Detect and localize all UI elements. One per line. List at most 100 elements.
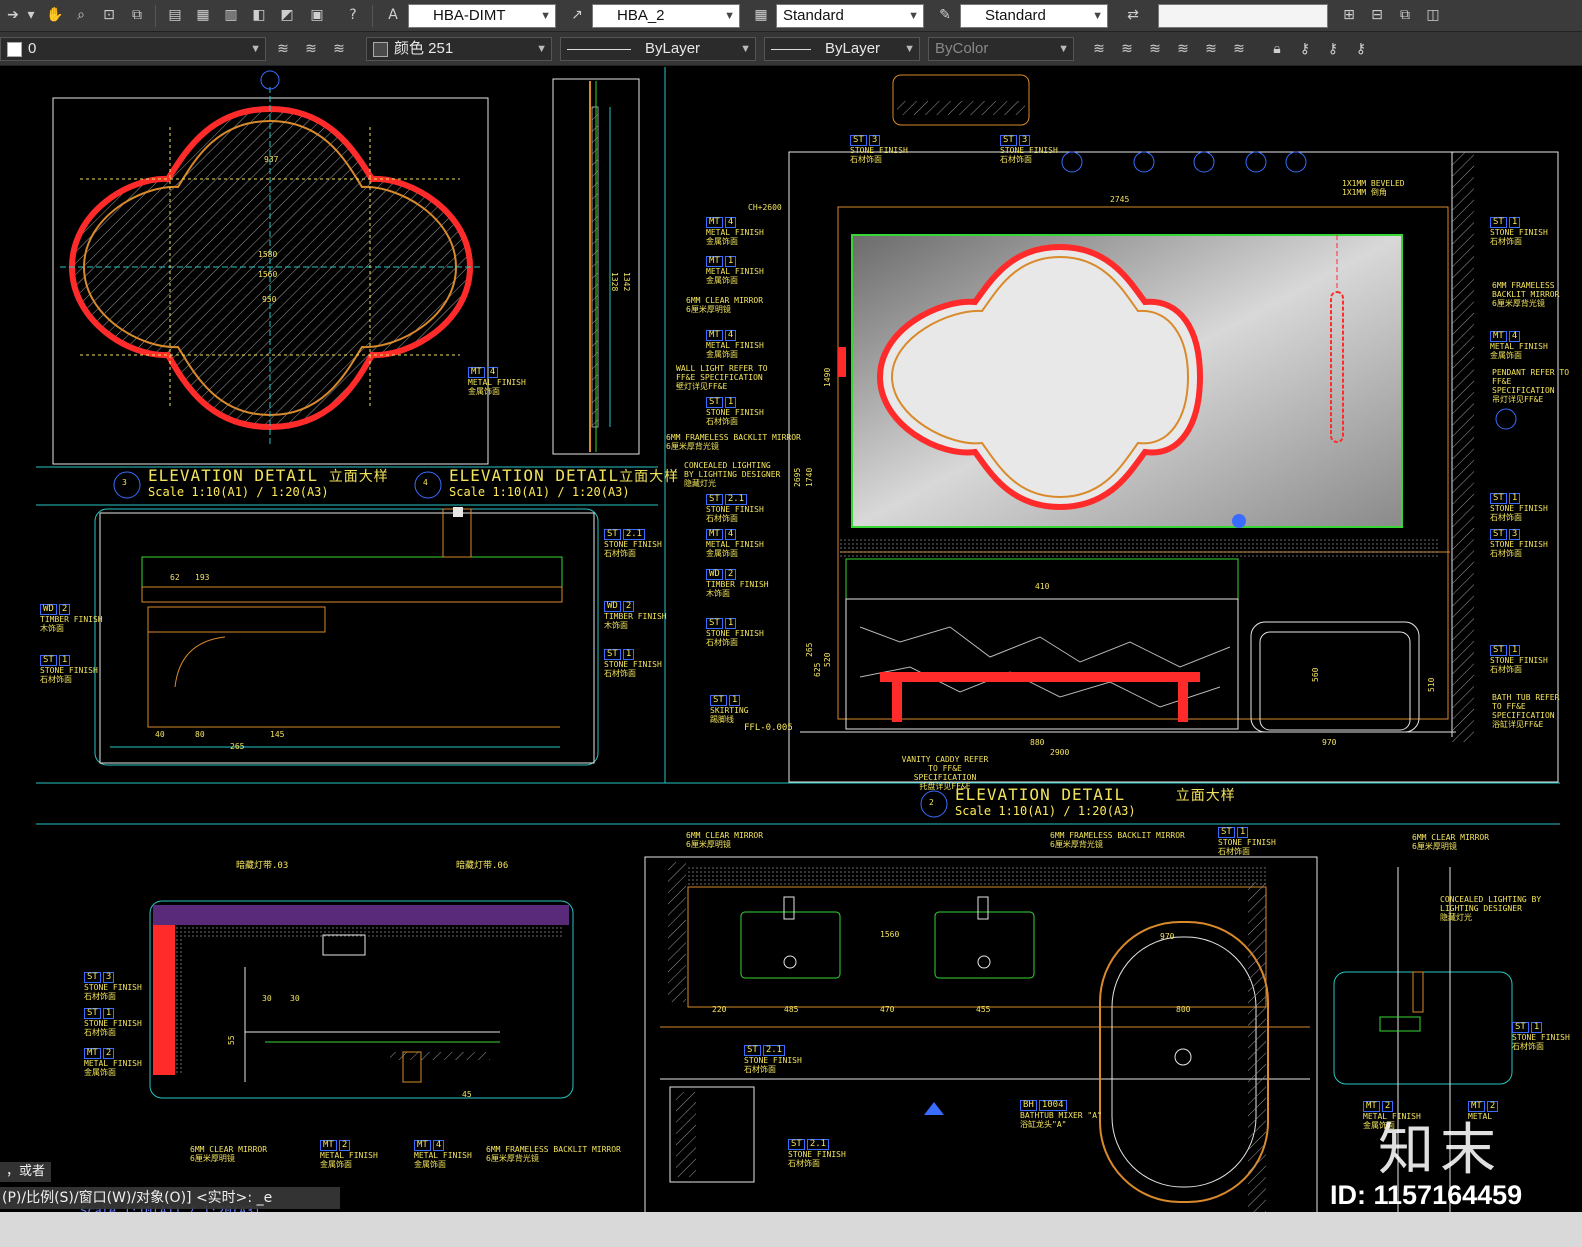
make-current-layer-icon[interactable]: ≋: [300, 38, 322, 60]
s1-62-dim: 62: [170, 573, 180, 582]
tag-plan-backlit: 6MM FRAMELESS BACKLIT MIRROR 6厘米厚背光镜: [1050, 831, 1185, 849]
tag-st1-d: ST 1 STONE FINISH 石材饰面: [604, 649, 662, 678]
d2-880-dim: 880: [1030, 738, 1045, 747]
layout-icon-2[interactable]: ⊟: [1366, 4, 1388, 26]
ffl-level: FFL-0.005: [744, 723, 793, 733]
tag-st1-r3: ST 1 STONE FINISH 石材饰面: [1490, 645, 1548, 674]
zoom-window-icon[interactable]: ⊡: [98, 4, 120, 26]
layout-icon-4[interactable]: ◫: [1422, 4, 1444, 26]
p-970-dim: 970: [1160, 932, 1175, 941]
search-input[interactable]: [1158, 4, 1328, 28]
layer-tool-icon-1[interactable]: ≋: [1088, 38, 1110, 60]
command-line[interactable]: (P)/比例(S)/窗口(W)/对象(O)] <实时>: _e: [0, 1187, 340, 1209]
tag-mt4-d: MT 4 METAL FINISH 金属饰面: [468, 367, 526, 396]
tag-pendant: PENDANT REFER TO FF&E SPECIFICATION 吊灯详见F…: [1492, 368, 1570, 404]
table-style-dropdown[interactable]: Standard ▼: [776, 4, 924, 28]
layer-color-swatch: [7, 41, 22, 57]
sheet-set-icon[interactable]: ◧: [248, 4, 270, 26]
tag-st1-b: ST 1 STONE FINISH 石材饰面: [706, 618, 764, 647]
d3-scale: Scale 1:10(A1) / 1:20(A3): [148, 485, 329, 499]
p-220-dim: 220: [712, 1005, 727, 1014]
layer-tool-icon-6[interactable]: ≋: [1228, 38, 1250, 60]
plotstyle-value: ByColor: [935, 40, 989, 57]
detail-4-section: [552, 78, 640, 455]
p-455-dim: 455: [976, 1005, 991, 1014]
tag-mirror-6mm: 6MM CLEAR MIRROR 6厘米厚明镜: [686, 296, 764, 314]
layer-tool-icon-4[interactable]: ≋: [1172, 38, 1194, 60]
tag-mixer: BH 1004 BATHTUB MIXER "A" 浴缸龙头"A": [1020, 1100, 1102, 1129]
multileader-style-value: HBA_2: [617, 7, 665, 24]
tag-mt4-a: MT 4 METAL FINISH 金属饰面: [706, 217, 764, 246]
tag-st1-r2: ST 1 STONE FINISH 石材饰面: [1490, 493, 1548, 522]
layout-icon-3[interactable]: ⧉: [1394, 4, 1416, 26]
chevron-down-icon: ▼: [740, 43, 751, 55]
pan-hand-icon[interactable]: ✋: [44, 4, 66, 26]
d4-title-bubble: [414, 471, 442, 499]
d2-410-dim: 410: [1035, 582, 1050, 591]
layer-lock-icon-3[interactable]: ⚷: [1322, 38, 1344, 60]
layer-lock-icon-4[interactable]: ⚷: [1350, 38, 1372, 60]
s1-80-dim: 80: [195, 730, 205, 739]
layer-tool-icon-5[interactable]: ≋: [1200, 38, 1222, 60]
zoom-previous-icon[interactable]: ⧉: [126, 4, 148, 26]
chevron-down-icon: ▼: [904, 43, 915, 55]
help-icon[interactable]: ?: [342, 4, 364, 26]
d3-937-dim: 937: [264, 155, 279, 164]
layer-lock-icon-1[interactable]: 🔒︎: [1266, 38, 1288, 60]
plotstyle-dropdown[interactable]: ByColor ▼: [928, 37, 1074, 61]
detail-3-quatrefoil: [52, 70, 489, 465]
s1-193-dim: 193: [195, 573, 210, 582]
status-bar: [0, 1212, 1582, 1247]
linetype-dropdown[interactable]: ByLayer ▼: [560, 37, 756, 61]
layer-properties-icon[interactable]: ≋: [272, 38, 294, 60]
d2-2900-dim: 2900: [1050, 748, 1069, 757]
d2-bubble-number: 2: [929, 798, 934, 807]
tool-palettes-icon[interactable]: ▥: [220, 4, 242, 26]
match-properties-icon[interactable]: ⇄: [1122, 4, 1144, 26]
tag-st3-r: ST 3 STONE FINISH 石材饰面: [1490, 529, 1548, 558]
lineweight-value: ByLayer: [825, 40, 881, 57]
tag-plan-mirror: 6MM CLEAR MIRROR 6厘米厚明镜: [686, 831, 764, 849]
text-style-icon: ✎: [939, 7, 951, 23]
dimstyle-dropdown[interactable]: HBA-DIMT ▼: [408, 4, 556, 28]
tag-st1-r1: ST 1 STONE FINISH 石材饰面: [1490, 217, 1548, 246]
layer-tool-icon-3[interactable]: ≋: [1144, 38, 1166, 60]
table-style-value: Standard: [783, 7, 844, 24]
layer-previous-icon[interactable]: ≋: [328, 38, 350, 60]
watermark-logo: 知末: [1378, 1118, 1502, 1183]
zoom-realtime-icon[interactable]: ⌕: [70, 4, 92, 26]
d2-970-dim: 970: [1322, 738, 1337, 747]
lineweight-dropdown[interactable]: ByLayer ▼: [764, 37, 920, 61]
tag-backlit: 6MM FRAMELESS BACKLIT MIRROR 6厘米厚背光镜: [666, 433, 801, 451]
text-style-dropdown[interactable]: Standard ▼: [960, 4, 1108, 28]
layer-lock-icon-2[interactable]: ⚷: [1294, 38, 1316, 60]
tag-wall-light: WALL LIGHT REFER TO FF&E SPECIFICATION 壁灯…: [676, 364, 768, 391]
s1-40-dim: 40: [155, 730, 165, 739]
tag-st3-l: ST 3 STONE FINISH 石材饰面: [84, 972, 142, 1001]
l-30a-dim: 30: [262, 994, 272, 1003]
tag-mt4-r: MT 4 METAL FINISH 金属饰面: [1490, 331, 1548, 360]
d2-1490-dim: 1490: [823, 368, 832, 387]
d2-1740-dim: 1740: [805, 468, 814, 487]
tag-st3-top: ST 3 STONE FINISH 石材饰面: [850, 135, 908, 164]
table-style-icon: ▦: [754, 7, 768, 23]
d2-scale: Scale 1:10(A1) / 1:20(A3): [955, 804, 1136, 818]
chevron-down-icon[interactable]: ▾: [20, 4, 42, 26]
tag-plan-st1: ST 1 STONE FINISH 石材饰面: [1218, 827, 1276, 856]
tag-wd2-a: WD 2 TIMBER FINISH 木饰面: [706, 569, 769, 598]
layout-icon-1[interactable]: ⊞: [1338, 4, 1360, 26]
calculator-icon[interactable]: ▣: [306, 4, 328, 26]
tag-plan-st21: ST 2.1 STONE FINISH 石材饰面: [744, 1045, 802, 1074]
layer-tool-icon-2[interactable]: ≋: [1116, 38, 1138, 60]
command-history: ，或者: [0, 1162, 52, 1182]
properties-icon[interactable]: ▤: [164, 4, 186, 26]
color-dropdown[interactable]: 颜色 251 ▼: [366, 37, 552, 61]
layer-dropdown[interactable]: 0 ▼: [0, 37, 266, 61]
section-vanity-left: [94, 507, 599, 766]
design-center-icon[interactable]: ▦: [192, 4, 214, 26]
tag-light-03: 暗藏灯带.03: [236, 861, 289, 871]
chevron-down-icon: ▼: [908, 10, 919, 22]
multileader-style-dropdown[interactable]: HBA_2 ▼: [592, 4, 740, 28]
markup-icon[interactable]: ◩: [276, 4, 298, 26]
drawing-canvas[interactable]: 1580 1560 950 937 1328 1342 193 62 265 1…: [0, 67, 1582, 1247]
